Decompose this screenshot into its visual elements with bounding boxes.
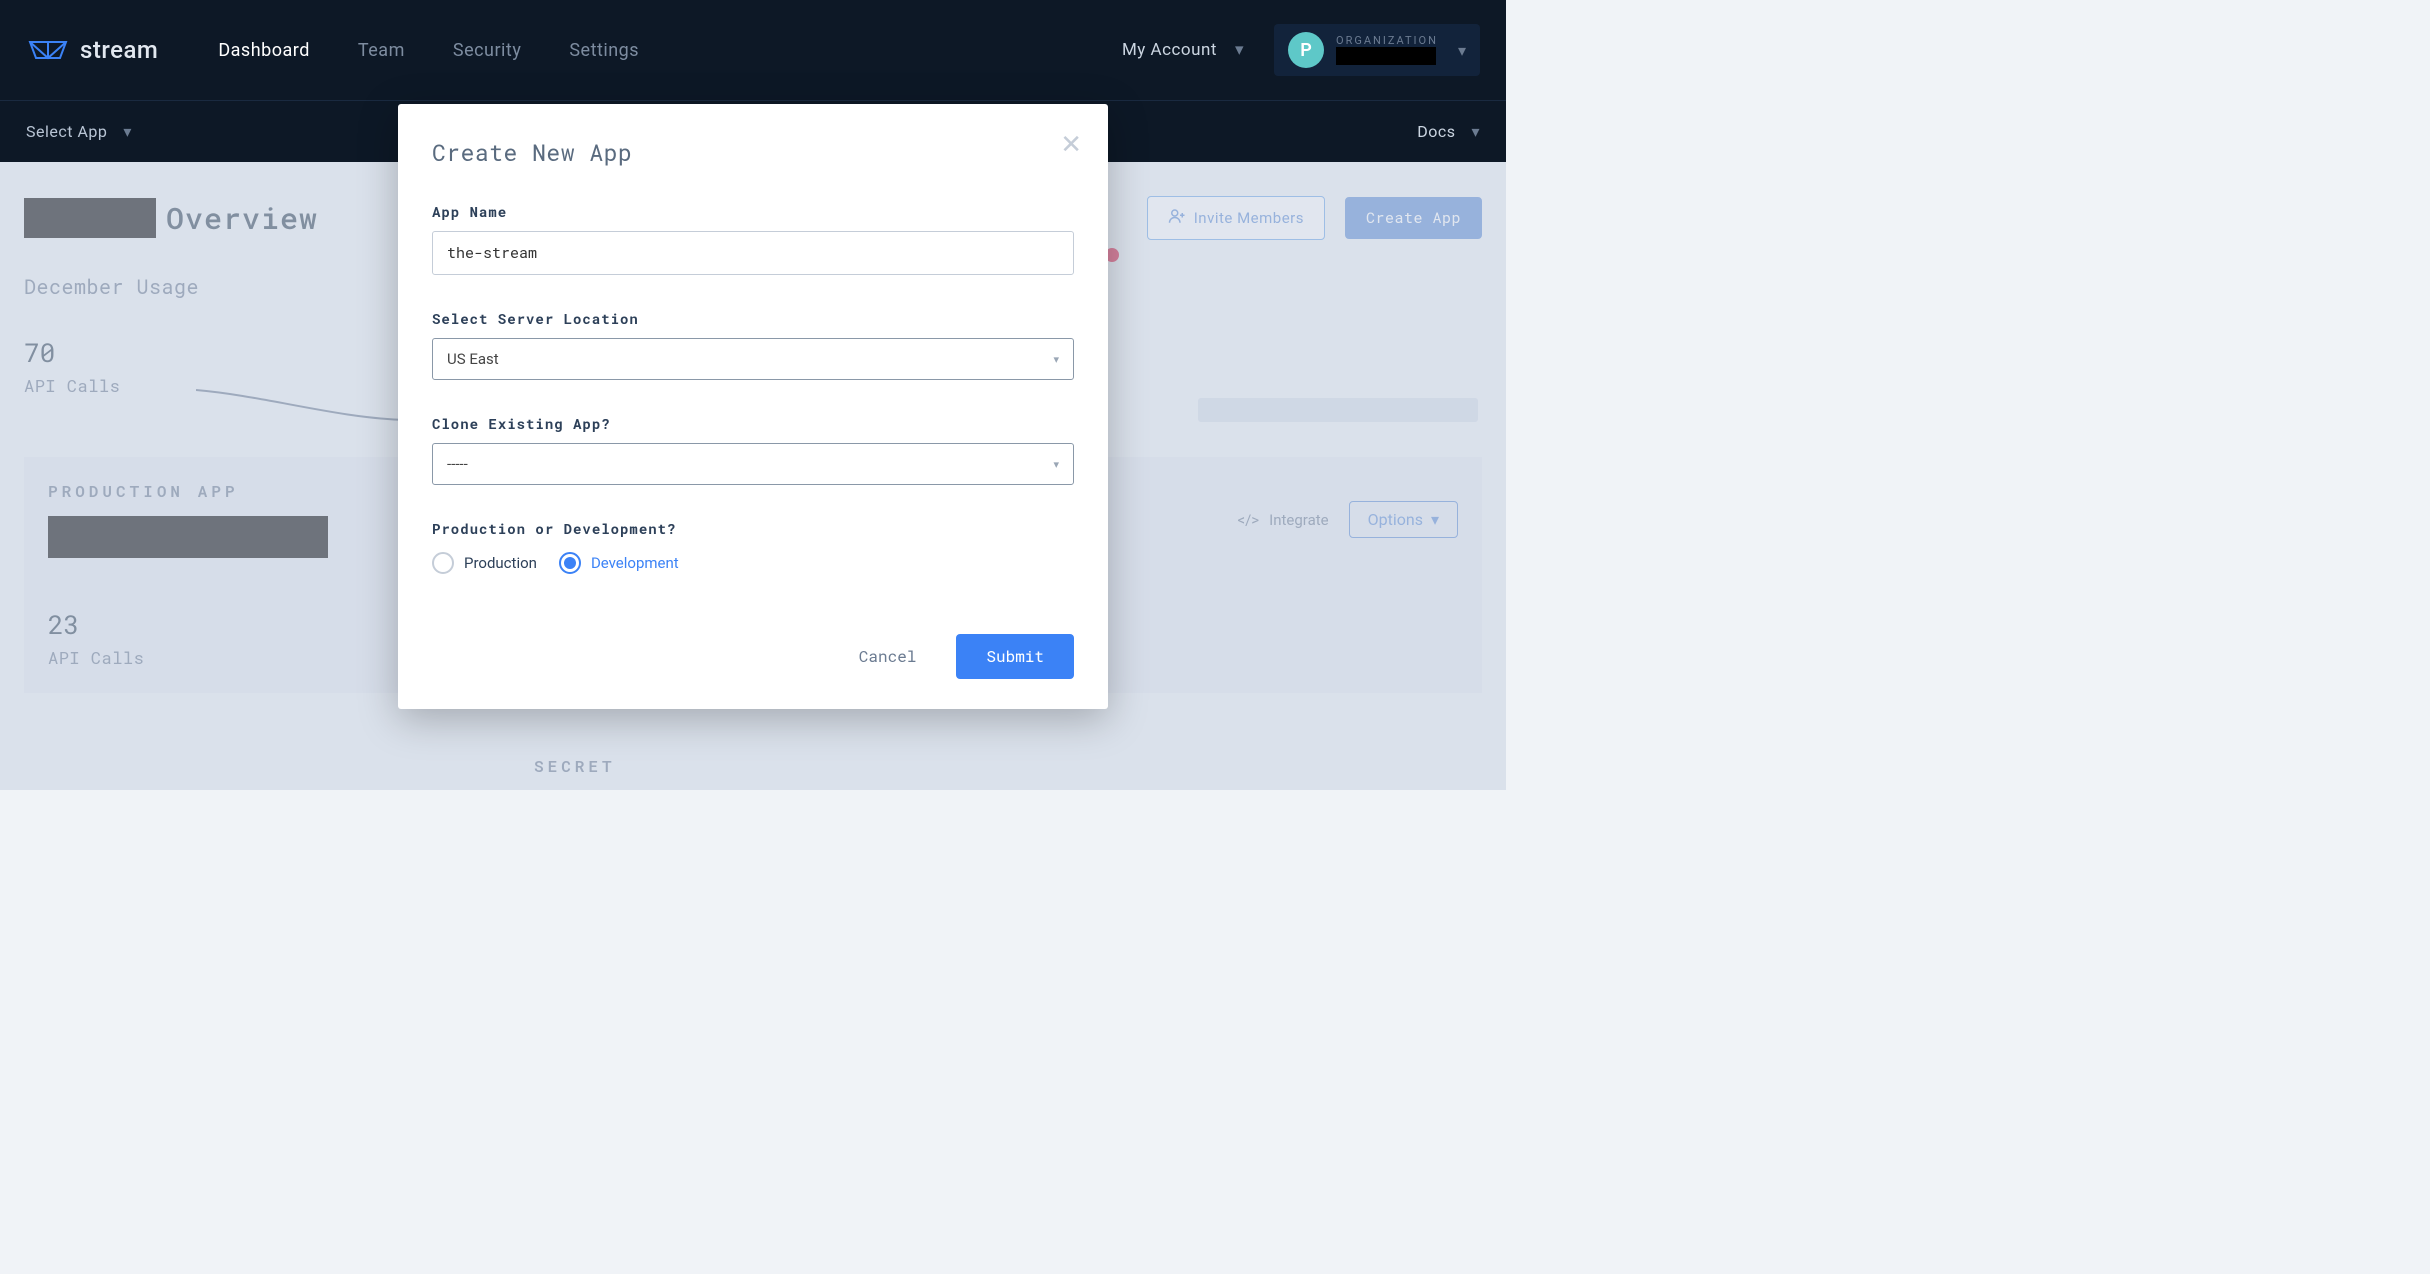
my-account-menu[interactable]: My Account ▾: [1122, 40, 1244, 60]
nav-security[interactable]: Security: [453, 40, 521, 61]
chevron-down-icon: ▾: [1053, 353, 1059, 366]
app-name-input[interactable]: [432, 231, 1074, 275]
top-nav: Dashboard Team Security Settings: [218, 40, 639, 61]
chevron-down-icon: ▾: [123, 122, 132, 141]
submit-button[interactable]: Submit: [956, 634, 1074, 679]
docs-label: Docs: [1417, 122, 1455, 141]
organization-switcher[interactable]: P ORGANIZATION ▾: [1274, 24, 1480, 76]
chevron-down-icon: ▾: [1458, 41, 1466, 60]
server-location-label: Select Server Location: [432, 309, 1074, 328]
chevron-down-icon: ▾: [1471, 122, 1480, 141]
development-radio[interactable]: Development: [559, 552, 679, 574]
production-radio[interactable]: Production: [432, 552, 537, 574]
modal-title: Create New App: [432, 138, 1074, 168]
select-app-menu[interactable]: Select App ▾: [26, 122, 132, 141]
chevron-down-icon: ▾: [1235, 40, 1244, 60]
cancel-button[interactable]: Cancel: [859, 646, 917, 667]
my-account-label: My Account: [1122, 40, 1217, 60]
main-header: stream Dashboard Team Security Settings …: [0, 0, 1506, 100]
organization-name-redacted: [1336, 47, 1436, 65]
clone-app-select[interactable]: ----- ▾: [432, 443, 1074, 485]
select-app-label: Select App: [26, 122, 107, 141]
radio-icon: [432, 552, 454, 574]
avatar: P: [1288, 32, 1324, 68]
nav-team[interactable]: Team: [358, 40, 405, 61]
clone-app-value: -----: [447, 455, 468, 473]
environment-label: Production or Development?: [432, 519, 1074, 538]
production-radio-label: Production: [464, 554, 537, 572]
logo[interactable]: stream: [26, 36, 158, 64]
docs-menu[interactable]: Docs ▾: [1417, 122, 1480, 141]
clone-app-label: Clone Existing App?: [432, 414, 1074, 433]
chevron-down-icon: ▾: [1053, 458, 1059, 471]
organization-label: ORGANIZATION: [1336, 35, 1438, 47]
server-location-value: US East: [447, 350, 499, 368]
server-location-select[interactable]: US East ▾: [432, 338, 1074, 380]
create-app-modal: Create New App ✕ App Name Select Server …: [398, 104, 1108, 709]
app-name-label: App Name: [432, 202, 1074, 221]
close-icon[interactable]: ✕: [1060, 130, 1082, 160]
logo-text: stream: [80, 36, 158, 64]
nav-dashboard[interactable]: Dashboard: [218, 40, 310, 61]
logo-icon: [26, 36, 70, 64]
development-radio-label: Development: [591, 554, 679, 572]
radio-icon: [559, 552, 581, 574]
nav-settings[interactable]: Settings: [569, 40, 639, 61]
